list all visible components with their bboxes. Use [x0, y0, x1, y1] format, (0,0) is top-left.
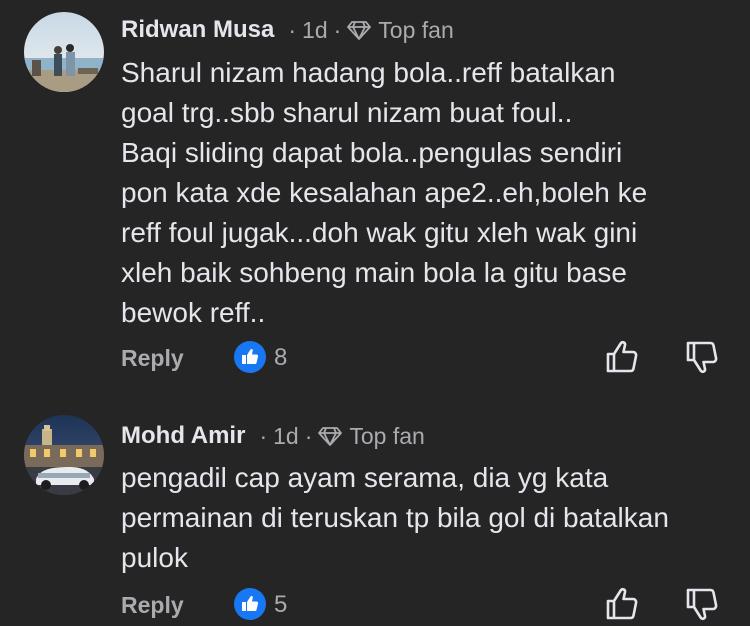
top-fan-badge: Top fan [349, 422, 425, 449]
like-count[interactable]: 8 [274, 344, 287, 372]
top-fan-badge: Top fan [378, 16, 454, 43]
comment-meta: · 1d · Top fan [253, 423, 424, 450]
comment-meta: · 1d · Top fan [282, 17, 453, 44]
avatar[interactable] [24, 415, 104, 495]
upvote-icon[interactable] [604, 339, 640, 375]
thumbs-up-icon[interactable] [234, 341, 266, 373]
separator: · [333, 16, 342, 43]
downvote-icon[interactable] [684, 586, 720, 622]
reply-button[interactable]: Reply [121, 345, 184, 372]
separator: · [288, 16, 297, 43]
comment-actions: Reply 8 [0, 339, 750, 379]
downvote-icon[interactable] [684, 339, 720, 375]
like-count[interactable]: 5 [274, 591, 287, 619]
comment-time[interactable]: 1d [273, 423, 299, 450]
comment-header: Ridwan Musa · 1d · Top fan [121, 13, 454, 47]
separator: · [304, 422, 313, 449]
comment-actions: Reply 5 [0, 586, 750, 626]
reply-button[interactable]: Reply [121, 592, 184, 619]
comment-time[interactable]: 1d [302, 17, 328, 44]
thumbs-up-icon[interactable] [234, 588, 266, 620]
diamond-icon [347, 20, 372, 40]
separator: · [259, 422, 268, 449]
author-name[interactable]: Mohd Amir [121, 422, 245, 450]
author-name[interactable]: Ridwan Musa [121, 16, 274, 44]
comment-header: Mohd Amir · 1d · Top fan [121, 419, 425, 453]
avatar[interactable] [24, 12, 104, 92]
diamond-icon [318, 426, 343, 446]
upvote-icon[interactable] [604, 586, 640, 622]
comment-text: Sharul nizam hadang bola..reff batalkan … [121, 57, 648, 328]
comment-text: pengadil cap ayam serama, dia yg kata pe… [121, 462, 669, 573]
